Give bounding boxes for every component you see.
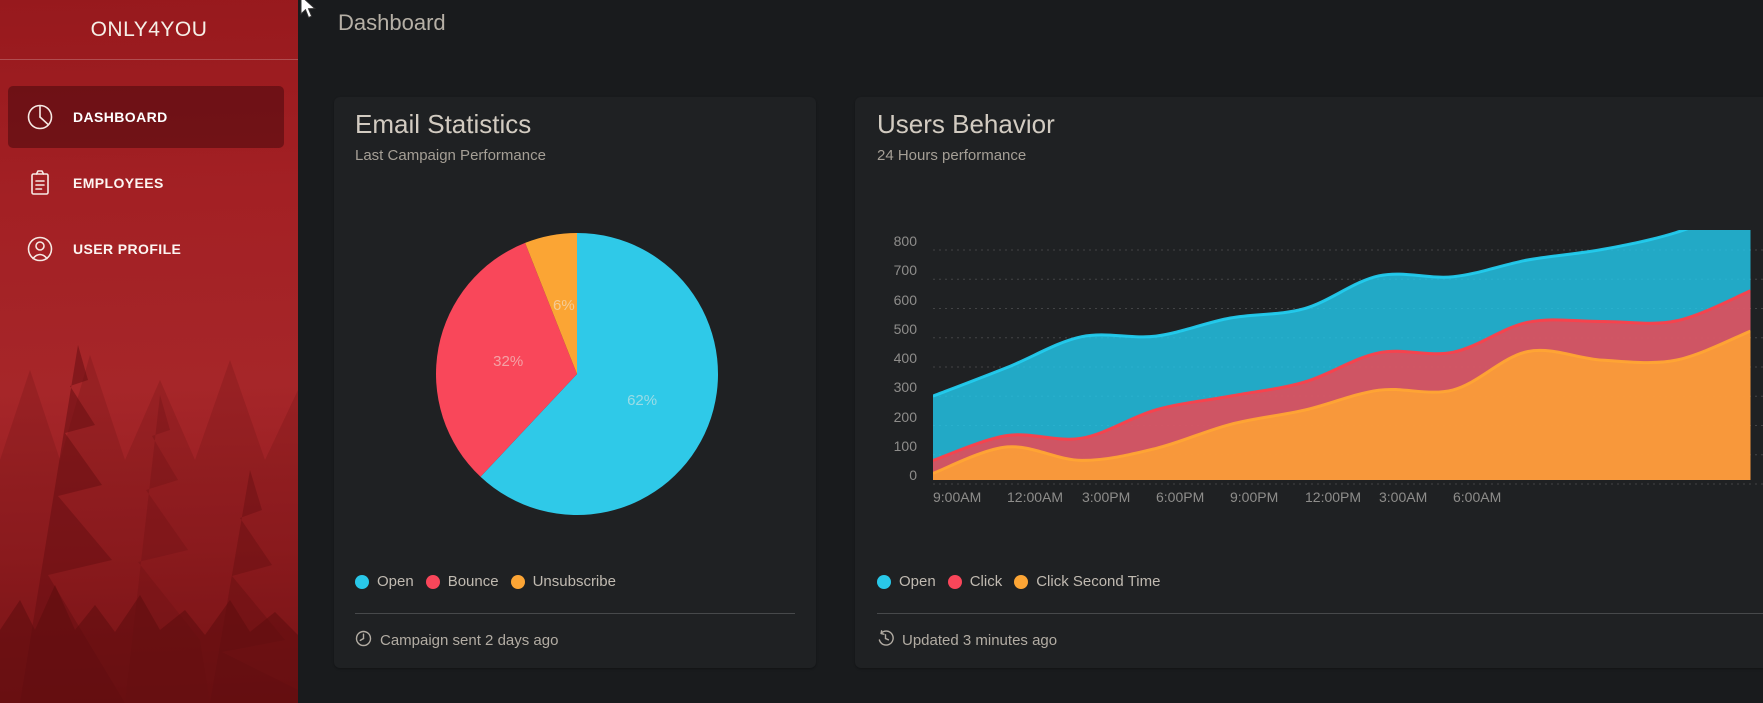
legend-label: Click — [970, 573, 1003, 590]
sidebar-item-label: EMPLOYEES — [73, 175, 164, 191]
forest-background-image — [0, 300, 298, 703]
legend-label: Unsubscribe — [533, 573, 616, 590]
legend-label: Click Second Time — [1036, 573, 1160, 590]
legend-dot — [948, 575, 962, 589]
y-axis-tick: 0 — [855, 467, 917, 483]
legend-dot — [1014, 575, 1028, 589]
user-circle-icon — [25, 234, 55, 264]
legend-dot — [426, 575, 440, 589]
sidebar-item-user-profile[interactable]: USER PROFILE — [8, 218, 284, 280]
legend-label: Open — [899, 573, 936, 590]
card-footer: Campaign sent 2 days ago — [355, 630, 558, 651]
legend-item: Unsubscribe — [511, 573, 616, 590]
pie-chart-icon — [25, 102, 55, 132]
card-divider — [355, 613, 795, 614]
sidebar: ONLY4YOU DASHBOARD EMPLOYEES USER PROFIL… — [0, 0, 298, 703]
y-axis-tick: 800 — [855, 233, 917, 249]
sidebar-item-dashboard[interactable]: DASHBOARD — [8, 86, 284, 148]
y-axis-tick: 500 — [855, 321, 917, 337]
clipboard-icon — [25, 168, 55, 198]
x-axis-tick: 9:00PM — [1230, 489, 1302, 505]
legend-item: Open — [877, 573, 936, 590]
x-axis-tick: 12:00PM — [1305, 489, 1377, 505]
y-axis-tick: 400 — [855, 350, 917, 366]
sidebar-item-employees[interactable]: EMPLOYEES — [8, 152, 284, 214]
y-axis-tick: 700 — [855, 262, 917, 278]
x-axis-tick: 6:00PM — [1156, 489, 1228, 505]
x-axis-tick: 3:00AM — [1379, 489, 1451, 505]
pie-chart: 62% 32% 6% — [334, 97, 816, 557]
sidebar-item-label: USER PROFILE — [73, 241, 181, 257]
legend-item: Click — [948, 573, 1003, 590]
legend-label: Bounce — [448, 573, 499, 590]
window: { "sidebar": { "brand": "ONLY4YOU", "ite… — [0, 0, 1763, 703]
card-footer: Updated 3 minutes ago — [877, 630, 1057, 651]
sidebar-nav: DASHBOARD EMPLOYEES USER PROFILE — [0, 86, 298, 280]
cursor-pointer — [300, 0, 318, 21]
footer-text: Updated 3 minutes ago — [902, 632, 1057, 649]
x-axis-tick: 12:00AM — [1007, 489, 1079, 505]
y-axis-tick: 200 — [855, 409, 917, 425]
legend-item: Open — [355, 573, 414, 590]
clock-icon — [355, 630, 372, 651]
legend-item: Click Second Time — [1014, 573, 1160, 590]
legend-dot — [877, 575, 891, 589]
legend-item: Bounce — [426, 573, 499, 590]
x-axis-tick: 6:00AM — [1453, 489, 1525, 505]
legend-dot — [355, 575, 369, 589]
svg-text:32%: 32% — [493, 353, 523, 370]
main-content: Dashboard Email Statistics Last Campaign… — [298, 0, 1763, 703]
history-icon — [877, 630, 894, 651]
y-axis-tick: 600 — [855, 292, 917, 308]
footer-text: Campaign sent 2 days ago — [380, 632, 558, 649]
email-statistics-card: Email Statistics Last Campaign Performan… — [334, 97, 816, 668]
y-axis-tick: 300 — [855, 379, 917, 395]
svg-text:62%: 62% — [627, 392, 657, 409]
chart-legend: Open Bounce Unsubscribe — [355, 573, 616, 590]
card-divider — [877, 613, 1763, 614]
sidebar-item-label: DASHBOARD — [73, 109, 168, 125]
svg-text:6%: 6% — [553, 297, 575, 314]
chart-legend: Open Click Click Second Time — [877, 573, 1160, 590]
legend-label: Open — [377, 573, 414, 590]
x-axis-tick: 3:00PM — [1082, 489, 1154, 505]
users-behavior-card: Users Behavior 24 Hours performance 0100… — [855, 97, 1763, 668]
page-title: Dashboard — [338, 10, 446, 36]
legend-dot — [511, 575, 525, 589]
y-axis-tick: 100 — [855, 438, 917, 454]
x-axis-tick: 9:00AM — [933, 489, 1005, 505]
brand-title: ONLY4YOU — [0, 0, 298, 60]
